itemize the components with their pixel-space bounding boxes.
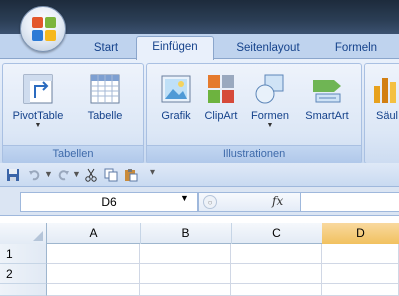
clipart-button[interactable]: ClipArt: [199, 72, 243, 122]
tab-start[interactable]: Start: [84, 38, 128, 58]
office-logo-icon: [32, 17, 56, 41]
cell-b3[interactable]: [140, 284, 231, 296]
dropdown-arrow-icon: ▼: [34, 122, 42, 129]
clipart-label: ClipArt: [204, 110, 238, 122]
cell-c3[interactable]: [231, 284, 322, 296]
tab-formeln[interactable]: Formeln: [326, 38, 386, 58]
shapes-icon: [255, 74, 284, 104]
cell-b2[interactable]: [140, 264, 231, 284]
cell-d3[interactable]: [322, 284, 399, 296]
name-box[interactable]: D6: [20, 192, 198, 212]
cell-c2[interactable]: [231, 264, 322, 284]
smartart-button[interactable]: SmartArt: [297, 72, 357, 122]
group-label-illustrationen: Illustrationen: [147, 145, 361, 163]
picture-icon: [161, 75, 191, 103]
expand-circle-icon[interactable]: ○: [203, 195, 217, 209]
cell-b1[interactable]: [140, 244, 231, 264]
save-icon[interactable]: [6, 168, 20, 182]
column-chart-icon: [374, 78, 396, 103]
tab-einfuegen[interactable]: Einfügen: [136, 36, 214, 60]
grafik-label: Grafik: [161, 110, 191, 122]
column-header-row: A B C D: [0, 223, 399, 245]
cell-a3[interactable]: [47, 284, 140, 296]
quick-access-toolbar: ▼ ▼ ▾: [0, 163, 399, 187]
cell-c1[interactable]: [231, 244, 322, 264]
row-header-1[interactable]: 1: [0, 244, 47, 264]
insert-function-button[interactable]: fx: [272, 194, 283, 208]
pivottable-icon: [23, 74, 53, 104]
grafik-button[interactable]: Grafik: [155, 72, 197, 122]
smartart-label: SmartArt: [305, 110, 349, 122]
cell-d1[interactable]: [322, 244, 399, 264]
group-label-tabellen: Tabellen: [3, 145, 143, 163]
column-header-c[interactable]: C: [231, 223, 323, 244]
clipart-icon: [208, 75, 234, 103]
select-all-icon: [33, 231, 43, 241]
office-button[interactable]: [20, 6, 66, 52]
column-header-b[interactable]: B: [140, 223, 232, 244]
pivottable-label: PivotTable: [12, 110, 64, 122]
pivottable-button[interactable]: PivotTable ▼: [5, 72, 71, 130]
row-header-2[interactable]: 2: [0, 264, 47, 284]
column-header-a[interactable]: A: [47, 223, 141, 244]
undo-dropdown-icon[interactable]: ▼: [44, 169, 53, 179]
formen-button[interactable]: Formen ▼: [245, 72, 295, 130]
paste-icon[interactable]: [124, 168, 138, 182]
table-icon: [90, 74, 120, 104]
saeulen-label: Säul: [375, 110, 399, 122]
row-header-3[interactable]: [0, 284, 47, 296]
ribbon: PivotTable ▼ Tabelle Tabellen Grafik Cli…: [0, 58, 399, 164]
cell-a2[interactable]: [47, 264, 140, 284]
tab-seitenlayout[interactable]: Seitenlayout: [224, 38, 312, 58]
dropdown-arrow-icon: ▼: [266, 122, 274, 129]
name-box-dropdown-icon[interactable]: ▼: [180, 193, 189, 203]
tabelle-label: Tabelle: [87, 110, 123, 122]
redo-dropdown-icon[interactable]: ▼: [72, 169, 81, 179]
select-all-corner[interactable]: [0, 223, 47, 244]
column-header-d[interactable]: D: [322, 223, 399, 245]
group-tabellen: PivotTable ▼ Tabelle Tabellen: [2, 63, 144, 164]
tabelle-button[interactable]: Tabelle: [73, 72, 137, 122]
cut-icon[interactable]: [84, 168, 98, 182]
customize-toolbar-icon[interactable]: ▾: [150, 167, 155, 178]
cell-d2[interactable]: [322, 264, 399, 284]
formula-bar: D6 ▼ ○ fx: [0, 187, 399, 216]
group-diagramme: Säul: [364, 63, 399, 164]
formula-input[interactable]: [300, 192, 399, 212]
redo-icon[interactable]: [56, 168, 70, 182]
undo-icon[interactable]: [28, 168, 42, 182]
cell-a1[interactable]: [47, 244, 140, 264]
copy-icon[interactable]: [104, 168, 118, 182]
saeulen-button[interactable]: Säul: [369, 72, 399, 122]
smartart-icon: [313, 80, 341, 103]
group-illustrationen: Grafik ClipArt Formen ▼ SmartArt Illustr…: [146, 63, 362, 164]
formen-label: Formen: [251, 110, 289, 122]
